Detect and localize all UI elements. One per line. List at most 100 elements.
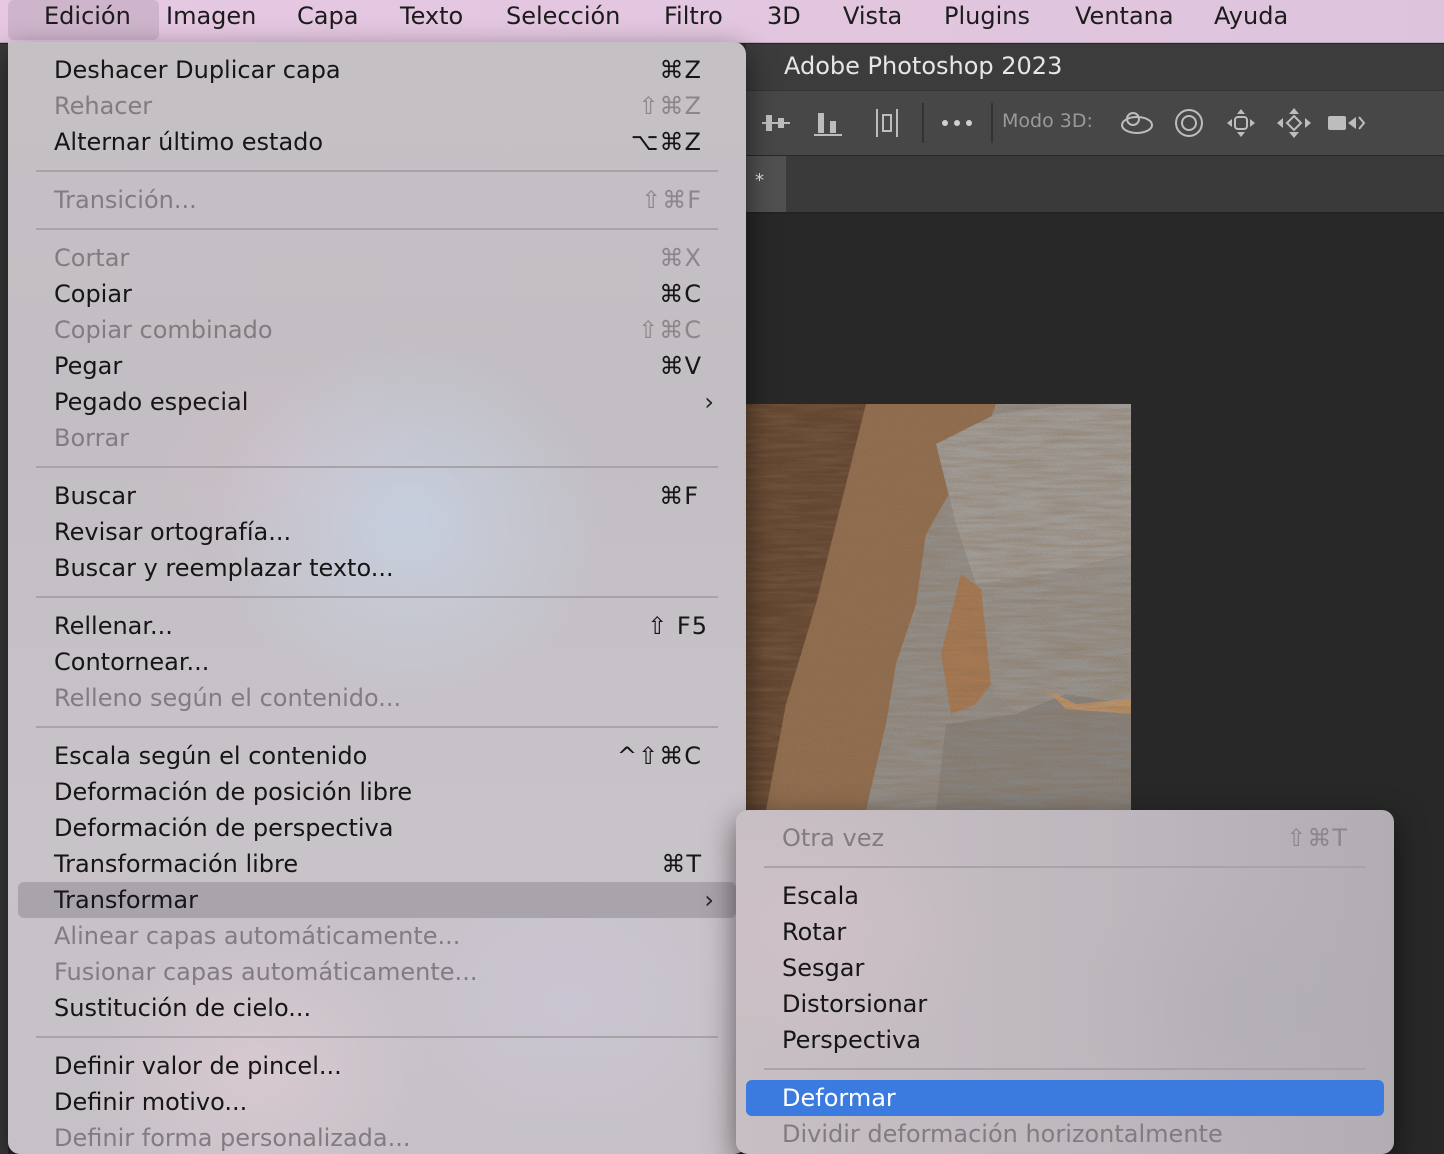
menu-item-shortcut: ⌘T — [661, 850, 702, 878]
menu-item-label: Buscar y reemplazar texto... — [54, 554, 394, 582]
menu-item-copy[interactable]: Copiar ⌘C — [54, 276, 702, 312]
menu-item-label: Sustitución de cielo... — [54, 994, 312, 1022]
menu-item-label: Deformación de perspectiva — [54, 814, 394, 842]
menu-item-shortcut: ^⇧⌘C — [617, 742, 702, 770]
menubar-item-ayuda[interactable]: Ayuda — [1214, 0, 1288, 40]
menu-item-label: Escala según el contenido — [54, 742, 368, 770]
menu-item-shortcut: ⇧⌘C — [638, 316, 702, 344]
menubar-item-capa[interactable]: Capa — [297, 0, 358, 40]
menu-item-search[interactable]: Buscar ⌘F — [54, 478, 699, 514]
menu-item-label: Buscar — [54, 482, 136, 510]
menu-item-shortcut: ⇧⌘F — [641, 186, 702, 214]
3d-roll-icon[interactable] — [1172, 107, 1206, 139]
options-separator — [922, 103, 924, 143]
menu-item-shortcut: ⇧⌘Z — [638, 92, 702, 120]
3d-slide-icon[interactable] — [1276, 107, 1312, 139]
menu-item-shortcut: ⌥⌘Z — [630, 128, 702, 156]
menu-item-shortcut: ⇧⌘T — [1286, 824, 1348, 852]
menubar-item-seleccion[interactable]: Selección — [506, 0, 620, 40]
document-tab[interactable]: * — [746, 156, 786, 212]
menubar-item-imagen[interactable]: Imagen — [166, 0, 256, 40]
menu-item-label: Deshacer Duplicar capa — [54, 56, 341, 84]
align-bottom-edges-icon[interactable] — [812, 107, 844, 139]
submenu-item-scale[interactable]: Escala — [782, 878, 1348, 914]
more-options-icon[interactable] — [940, 107, 974, 139]
menubar-item-vista[interactable]: Vista — [843, 0, 902, 40]
menu-item-cut: Cortar ⌘X — [54, 240, 702, 276]
menubar-item-plugins[interactable]: Plugins — [944, 0, 1030, 40]
menu-item-puppet-warp[interactable]: Deformación de posición libre — [54, 774, 702, 810]
menu-item-content-aware-fill: Relleno según el contenido... — [54, 680, 702, 716]
menu-separator — [36, 228, 718, 230]
chevron-right-icon: › — [704, 886, 714, 914]
menu-item-shortcut: ⌘Z — [659, 56, 702, 84]
menu-item-content-aware-scale[interactable]: Escala según el contenido ^⇧⌘C — [54, 738, 702, 774]
menu-item-auto-align-layers: Alinear capas automáticamente... — [54, 918, 702, 954]
menu-item-label: Copiar — [54, 280, 132, 308]
menu-separator — [36, 1036, 718, 1038]
menu-item-label: Definir valor de pincel... — [54, 1052, 342, 1080]
menu-item-shortcut: ⌘V — [659, 352, 702, 380]
edit-menu: Deshacer Duplicar capa ⌘Z Rehacer ⇧⌘Z Al… — [8, 42, 746, 1154]
submenu-item-distort[interactable]: Distorsionar — [782, 986, 1348, 1022]
menu-item-stroke[interactable]: Contornear... — [54, 644, 702, 680]
document-image — [746, 404, 1131, 810]
menu-item-label: Borrar — [54, 424, 130, 452]
menubar-item-filtro[interactable]: Filtro — [664, 0, 723, 40]
menu-item-label: Rellenar... — [54, 612, 173, 640]
menu-item-transform[interactable]: Transformar › — [54, 882, 714, 918]
submenu-item-warp[interactable]: Deformar — [782, 1080, 1348, 1116]
options-separator — [991, 103, 993, 143]
menu-item-shortcut: ⇧ F5 — [647, 612, 708, 640]
transform-submenu: Otra vez ⇧⌘T Escala Rotar Sesgar Distors… — [736, 810, 1394, 1154]
menu-item-label: Relleno según el contenido... — [54, 684, 402, 712]
menu-item-free-transform[interactable]: Transformación libre ⌘T — [54, 846, 702, 882]
menu-item-label: Definir forma personalizada... — [54, 1124, 411, 1152]
menu-item-check-spelling[interactable]: Revisar ortografía... — [54, 514, 702, 550]
menu-item-label: Transición... — [54, 186, 197, 214]
menu-item-label: Contornear... — [54, 648, 210, 676]
menu-item-perspective-warp[interactable]: Deformación de perspectiva — [54, 810, 702, 846]
menu-item-label: Rotar — [782, 918, 847, 946]
menu-bar: Edición Imagen Capa Texto Selección Filt… — [0, 0, 1444, 43]
menu-item-label: Fusionar capas automáticamente... — [54, 958, 478, 986]
menu-item-paste[interactable]: Pegar ⌘V — [54, 348, 702, 384]
menu-item-label: Rehacer — [54, 92, 153, 120]
3d-orbit-icon[interactable] — [1118, 107, 1156, 139]
menubar-item-texto[interactable]: Texto — [400, 0, 463, 40]
menubar-item-ventana[interactable]: Ventana — [1075, 0, 1174, 40]
align-vertical-centers-icon[interactable] — [760, 107, 792, 139]
menu-item-fill[interactable]: Rellenar... ⇧ F5 — [54, 608, 708, 644]
menu-item-label: Alinear capas automáticamente... — [54, 922, 461, 950]
menu-separator — [36, 726, 718, 728]
menu-item-label: Definir motivo... — [54, 1088, 248, 1116]
submenu-item-skew[interactable]: Sesgar — [782, 950, 1348, 986]
menu-item-paste-special[interactable]: Pegado especial › — [54, 384, 714, 420]
menu-item-toggle-last-state[interactable]: Alternar último estado ⌥⌘Z — [54, 124, 702, 160]
menubar-item-3d[interactable]: 3D — [767, 0, 801, 40]
menu-item-shortcut: ⌘F — [659, 482, 699, 510]
distribute-icon[interactable] — [872, 107, 904, 139]
window-title-bar: Adobe Photoshop 2023 — [746, 44, 1444, 90]
menu-item-label: Otra vez — [782, 824, 885, 852]
menu-item-label: Escala — [782, 882, 859, 910]
menubar-item-edicion[interactable]: Edición — [8, 0, 159, 40]
menu-item-label: Alternar último estado — [54, 128, 324, 156]
menu-item-sky-replacement[interactable]: Sustitución de cielo... — [54, 990, 702, 1026]
menu-item-find-replace-text[interactable]: Buscar y reemplazar texto... — [54, 550, 702, 586]
3d-scale-camera-icon[interactable] — [1326, 107, 1366, 139]
menu-item-label: Transformación libre — [54, 850, 299, 878]
menu-item-undo[interactable]: Deshacer Duplicar capa ⌘Z — [54, 52, 702, 88]
document-tab-label: * — [755, 170, 764, 191]
menu-item-label: Dividir deformación horizontalmente — [782, 1120, 1223, 1148]
submenu-item-rotate[interactable]: Rotar — [782, 914, 1348, 950]
menu-item-define-pattern[interactable]: Definir motivo... — [54, 1084, 702, 1120]
chevron-right-icon: › — [704, 388, 714, 416]
menu-item-define-custom-shape: Definir forma personalizada... — [54, 1120, 702, 1154]
submenu-item-perspective[interactable]: Perspectiva — [782, 1022, 1348, 1058]
menu-item-clear: Borrar — [54, 420, 702, 456]
menu-item-define-brush-preset[interactable]: Definir valor de pincel... — [54, 1048, 702, 1084]
menu-item-label: Sesgar — [782, 954, 865, 982]
menu-item-label: Deformar — [782, 1084, 896, 1112]
3d-pan-icon[interactable] — [1224, 107, 1258, 139]
